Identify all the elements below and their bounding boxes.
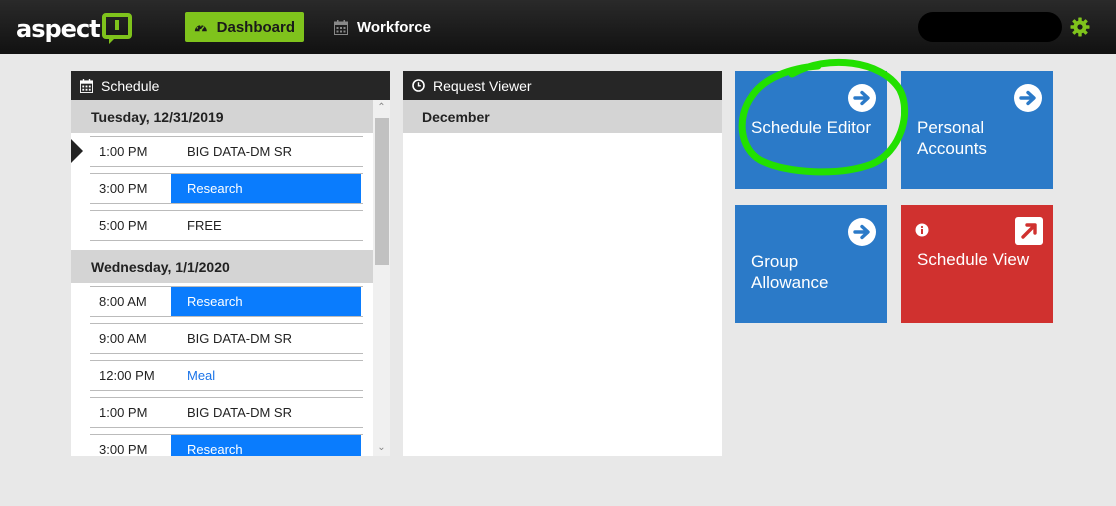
day-header: Tuesday, 12/31/2019	[71, 100, 373, 133]
schedule-activity: BIG DATA-DM SR	[187, 331, 292, 346]
arrow-right-circle-icon	[848, 218, 876, 246]
logo-bubble-icon	[101, 13, 132, 44]
aspect-logo[interactable]: aspect	[16, 12, 132, 46]
schedule-scrollbar[interactable]: ⌃ ⌄	[373, 100, 390, 456]
logo-text: aspect	[16, 15, 101, 43]
request-viewer-header: Request Viewer	[403, 71, 722, 100]
arrow-right-circle-icon	[1014, 84, 1042, 112]
scroll-up-icon[interactable]: ⌃	[373, 100, 390, 116]
schedule-time: 8:00 AM	[99, 294, 147, 309]
request-viewer-panel: Request Viewer December	[403, 71, 722, 456]
schedule-row[interactable]: 12:00 PM Meal	[71, 357, 373, 394]
tile-label: Schedule Editor	[751, 118, 872, 137]
external-link-icon	[1015, 217, 1043, 245]
schedule-time: 1:00 PM	[99, 405, 148, 420]
schedule-time: 9:00 AM	[99, 331, 147, 346]
scroll-thumb[interactable]	[375, 118, 389, 265]
schedule-activity: Research	[171, 174, 361, 203]
schedule-row[interactable]: 8:00 AM Research	[71, 283, 373, 320]
schedule-row[interactable]: 9:00 AM BIG DATA-DM SR	[71, 320, 373, 357]
schedule-row[interactable]: 1:00 PM BIG DATA-DM SR	[71, 133, 373, 170]
schedule-activity: BIG DATA-DM SR	[187, 405, 292, 420]
schedule-title: Schedule	[101, 77, 160, 94]
nav-dashboard-label: Dashboard	[216, 18, 295, 36]
user-menu[interactable]	[918, 12, 1062, 42]
info-icon	[915, 223, 929, 237]
schedule-activity-link[interactable]: Meal	[171, 361, 361, 390]
current-pointer-icon	[71, 139, 83, 163]
tile-schedule-view[interactable]: Schedule View	[901, 205, 1053, 323]
gear-icon[interactable]	[1070, 17, 1090, 37]
tile-personal-accounts[interactable]: Personal Accounts	[901, 71, 1053, 189]
schedule-panel: Schedule Tuesday, 12/31/2019 1:00 PM BIG…	[71, 71, 390, 456]
top-bar: aspect Dashboard Workforce	[0, 0, 1116, 54]
schedule-time: 5:00 PM	[99, 218, 148, 233]
schedule-time: 3:00 PM	[99, 181, 148, 196]
tile-label: Group Allowance	[751, 252, 829, 292]
schedule-activity: BIG DATA-DM SR	[187, 144, 292, 159]
schedule-row[interactable]: 3:00 PM Research	[71, 431, 373, 456]
schedule-panel-header: Schedule	[71, 71, 390, 100]
nav-workforce-label: Workforce	[357, 18, 431, 36]
month-header: December	[403, 100, 722, 133]
calendar-icon	[80, 78, 93, 93]
day-header: Wednesday, 1/1/2020	[71, 250, 373, 283]
tile-group-allowance[interactable]: Group Allowance	[735, 205, 887, 323]
tile-label: Schedule View	[917, 250, 1030, 269]
schedule-row[interactable]: 1:00 PM BIG DATA-DM SR	[71, 394, 373, 431]
schedule-row[interactable]: 5:00 PM FREE	[71, 207, 373, 244]
calendar-icon	[334, 19, 348, 35]
scroll-down-icon[interactable]: ⌄	[373, 440, 390, 456]
request-viewer-title: Request Viewer	[433, 77, 532, 94]
schedule-activity: Research	[171, 287, 361, 316]
schedule-time: 12:00 PM	[99, 368, 155, 383]
schedule-activity: FREE	[187, 218, 222, 233]
clock-icon	[412, 79, 425, 92]
nav-dashboard[interactable]: Dashboard	[185, 12, 304, 42]
tile-label: Personal Accounts	[917, 118, 987, 158]
tile-schedule-editor[interactable]: Schedule Editor	[735, 71, 887, 189]
nav-workforce[interactable]: Workforce	[325, 12, 440, 42]
schedule-row[interactable]: 3:00 PM Research	[71, 170, 373, 207]
arrow-right-circle-icon	[848, 84, 876, 112]
speedometer-icon	[194, 24, 207, 32]
schedule-activity: Research	[171, 435, 361, 456]
schedule-list[interactable]: Tuesday, 12/31/2019 1:00 PM BIG DATA-DM …	[71, 100, 390, 456]
schedule-time: 3:00 PM	[99, 442, 148, 456]
schedule-time: 1:00 PM	[99, 144, 148, 159]
